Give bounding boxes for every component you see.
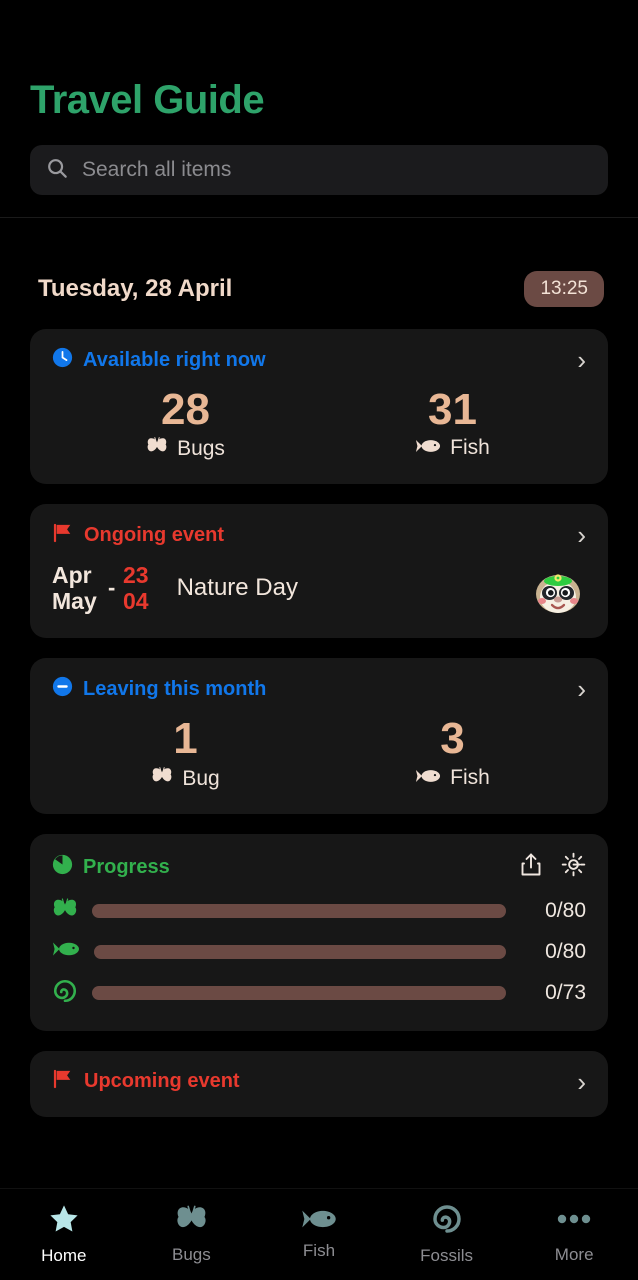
nav-item-home[interactable]: Home bbox=[0, 1203, 128, 1266]
event-row: Apr 23 - May 04 Nature Day bbox=[52, 560, 586, 616]
current-time-badge: 13:25 bbox=[524, 271, 604, 307]
card-actions bbox=[519, 852, 586, 883]
current-date: Tuesday, 28 April bbox=[38, 275, 233, 302]
app-screen: Travel Guide Search all items Tuesday, 2… bbox=[0, 0, 638, 1280]
flag-icon bbox=[52, 1069, 74, 1094]
fish-icon bbox=[301, 1208, 337, 1235]
chevron-right-icon[interactable]: › bbox=[577, 676, 586, 702]
card-title: Ongoing event bbox=[84, 523, 224, 546]
share-icon[interactable] bbox=[519, 852, 543, 883]
card-title: Available right now bbox=[83, 348, 266, 371]
stat-value: 28 bbox=[161, 385, 210, 434]
card-ongoing-event[interactable]: Ongoing event › Apr 23 - May 04 Nature D… bbox=[30, 504, 608, 639]
stat-group: 1 Bug 3 Fish bbox=[52, 714, 586, 791]
chevron-right-icon[interactable]: › bbox=[577, 1069, 586, 1095]
stat-label-row: Fish bbox=[319, 766, 586, 790]
fish-icon bbox=[415, 766, 441, 790]
page-title: Travel Guide bbox=[30, 78, 265, 122]
card-title: Leaving this month bbox=[83, 677, 267, 700]
stat-bugs-leaving: 1 Bug bbox=[52, 714, 319, 791]
flag-icon bbox=[52, 523, 74, 548]
chevron-right-icon[interactable]: › bbox=[577, 347, 586, 373]
bug-icon bbox=[151, 766, 173, 792]
header: Travel Guide Search all items bbox=[0, 0, 638, 218]
card-upcoming-event[interactable]: Upcoming event › bbox=[30, 1050, 608, 1117]
pie-chart-icon bbox=[52, 854, 73, 880]
search-input[interactable]: Search all items bbox=[30, 145, 608, 195]
card-available-now[interactable]: Available right now › 28 Bugs 31 Fish bbox=[30, 329, 608, 485]
ellipsis-icon bbox=[557, 1204, 591, 1239]
clock-icon bbox=[52, 347, 73, 373]
stat-group: 28 Bugs 31 Fish bbox=[52, 385, 586, 462]
chevron-right-icon[interactable]: › bbox=[577, 522, 586, 548]
bug-icon bbox=[146, 436, 168, 462]
content-scroll[interactable]: Tuesday, 28 April 13:25 Available right … bbox=[0, 233, 638, 1280]
stat-label-row: Bugs bbox=[52, 436, 319, 462]
fossil-icon bbox=[431, 1203, 463, 1240]
star-icon bbox=[48, 1203, 80, 1240]
nav-item-fossils[interactable]: Fossils bbox=[383, 1203, 511, 1266]
event-start: Apr 23 bbox=[52, 562, 149, 589]
sloth-avatar bbox=[530, 560, 586, 616]
stat-value: 31 bbox=[428, 385, 477, 434]
bug-icon bbox=[175, 1204, 208, 1239]
card-progress[interactable]: Progress 0/80 0/80 0/73 bbox=[30, 833, 608, 1031]
event-start-day: 23 bbox=[123, 561, 149, 588]
stat-fish: 31 Fish bbox=[319, 385, 586, 462]
stat-fish-leaving: 3 Fish bbox=[319, 714, 586, 791]
progress-row-bugs: 0/80 bbox=[52, 897, 586, 926]
card-header: Upcoming event › bbox=[52, 1069, 586, 1095]
search-placeholder: Search all items bbox=[82, 158, 232, 181]
card-header: Available right now › bbox=[52, 347, 586, 373]
stat-label: Fish bbox=[450, 436, 490, 460]
card-title: Upcoming event bbox=[84, 1070, 240, 1093]
event-date-dash: - bbox=[108, 575, 116, 601]
fossil-icon bbox=[52, 978, 78, 1009]
progress-bar bbox=[94, 944, 506, 959]
bottom-navigation: Home Bugs Fish Fossils More bbox=[0, 1188, 638, 1280]
stat-label-row: Fish bbox=[319, 436, 586, 460]
nav-item-bugs[interactable]: Bugs bbox=[128, 1204, 256, 1265]
card-header: Leaving this month › bbox=[52, 676, 586, 702]
bug-icon bbox=[52, 897, 78, 926]
fish-icon bbox=[415, 436, 441, 460]
stat-label: Bugs bbox=[177, 437, 225, 461]
nav-item-fish[interactable]: Fish bbox=[255, 1208, 383, 1261]
minus-circle-icon bbox=[52, 676, 73, 702]
progress-row-fossils: 0/73 bbox=[52, 978, 586, 1009]
stat-label: Fish bbox=[450, 765, 490, 789]
fish-icon bbox=[52, 940, 80, 963]
event-end: May 04 bbox=[52, 588, 149, 615]
event-end-month: May bbox=[52, 588, 97, 615]
progress-value: 0/80 bbox=[545, 939, 586, 963]
progress-value: 0/73 bbox=[545, 981, 586, 1005]
stat-value: 3 bbox=[440, 714, 465, 764]
event-name: Nature Day bbox=[176, 574, 298, 602]
nav-label: Fossils bbox=[420, 1246, 474, 1265]
nav-label: Fish bbox=[302, 1241, 336, 1260]
card-title: Progress bbox=[83, 855, 170, 878]
nav-item-more[interactable]: More bbox=[510, 1204, 638, 1265]
progress-bar bbox=[92, 986, 506, 1001]
card-header: Ongoing event › bbox=[52, 522, 586, 548]
search-icon bbox=[46, 157, 68, 184]
date-row: Tuesday, 28 April 13:25 bbox=[30, 233, 608, 329]
event-date-range: Apr 23 - May 04 bbox=[52, 562, 155, 615]
progress-bar bbox=[92, 904, 506, 919]
event-start-month: Apr bbox=[52, 561, 92, 588]
card-leaving-this-month[interactable]: Leaving this month › 1 Bug 3 Fish bbox=[30, 658, 608, 814]
nav-label: Home bbox=[41, 1246, 87, 1265]
progress-value: 0/80 bbox=[545, 899, 586, 923]
nav-label: More bbox=[554, 1245, 594, 1264]
stat-value: 1 bbox=[173, 714, 198, 764]
card-header: Progress bbox=[52, 852, 586, 883]
stat-label: Bug bbox=[182, 766, 220, 790]
stat-label-row: Bug bbox=[52, 766, 319, 792]
event-end-day: 04 bbox=[123, 588, 149, 615]
progress-row-fish: 0/80 bbox=[52, 940, 586, 964]
nav-label: Bugs bbox=[172, 1245, 211, 1264]
gear-icon[interactable] bbox=[561, 852, 586, 882]
stat-bugs: 28 Bugs bbox=[52, 385, 319, 462]
